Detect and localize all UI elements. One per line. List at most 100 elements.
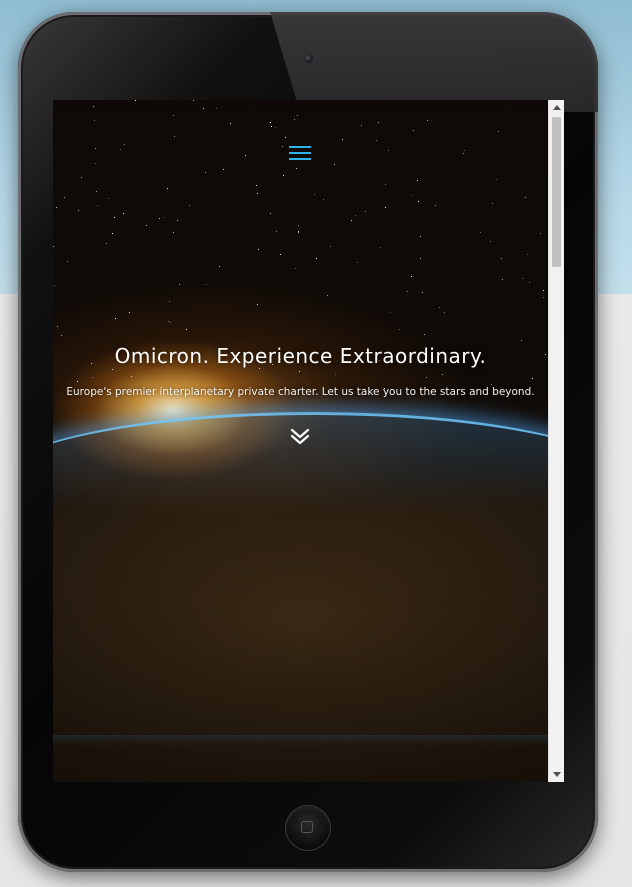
star bbox=[527, 254, 528, 255]
star bbox=[280, 254, 281, 255]
star bbox=[330, 246, 331, 247]
star bbox=[115, 318, 116, 319]
star bbox=[167, 188, 168, 189]
camera-icon bbox=[304, 54, 313, 63]
star bbox=[189, 205, 190, 206]
star bbox=[97, 205, 98, 206]
star bbox=[427, 120, 428, 121]
star bbox=[502, 279, 503, 280]
star bbox=[78, 210, 79, 211]
star bbox=[169, 301, 170, 302]
star bbox=[95, 163, 96, 164]
star bbox=[314, 194, 315, 195]
scroll-up-arrow-icon[interactable] bbox=[553, 105, 561, 110]
star bbox=[323, 199, 324, 200]
star bbox=[532, 378, 533, 379]
star bbox=[380, 247, 381, 248]
star bbox=[67, 261, 68, 262]
home-button-icon bbox=[301, 821, 313, 833]
hamburger-menu-icon[interactable] bbox=[289, 146, 311, 160]
star bbox=[420, 236, 421, 237]
star bbox=[407, 291, 408, 292]
star bbox=[205, 172, 206, 173]
star bbox=[442, 374, 443, 375]
star bbox=[492, 203, 493, 204]
star bbox=[96, 191, 97, 192]
star bbox=[95, 148, 96, 149]
vertical-scrollbar[interactable] bbox=[548, 100, 564, 782]
star bbox=[435, 205, 436, 206]
star bbox=[106, 243, 107, 244]
earth-horizon bbox=[53, 412, 548, 735]
star bbox=[259, 368, 260, 369]
home-button[interactable] bbox=[286, 806, 330, 850]
star bbox=[296, 168, 297, 169]
tablet-screen: Omicron. Experience Extraordinary. Europ… bbox=[53, 100, 564, 782]
star bbox=[256, 185, 257, 186]
star bbox=[112, 233, 113, 234]
star bbox=[422, 292, 423, 293]
star bbox=[529, 282, 530, 283]
star bbox=[285, 137, 286, 138]
star bbox=[342, 139, 343, 140]
star bbox=[54, 285, 55, 286]
star bbox=[521, 340, 522, 341]
star bbox=[299, 371, 300, 372]
star bbox=[131, 376, 132, 377]
star bbox=[203, 108, 204, 109]
star bbox=[61, 335, 62, 336]
star bbox=[335, 374, 336, 375]
star bbox=[94, 120, 95, 121]
star bbox=[223, 169, 224, 170]
star bbox=[522, 278, 523, 279]
star bbox=[77, 381, 78, 382]
star bbox=[257, 193, 258, 194]
star bbox=[298, 232, 299, 233]
star bbox=[498, 131, 499, 132]
star bbox=[186, 329, 187, 330]
star bbox=[411, 276, 412, 277]
star bbox=[230, 123, 231, 124]
star bbox=[173, 115, 174, 116]
bezel-glare bbox=[270, 12, 598, 112]
star bbox=[193, 100, 194, 101]
star bbox=[57, 326, 58, 327]
star bbox=[480, 232, 481, 233]
star bbox=[112, 369, 113, 370]
scroll-down-arrow-icon[interactable] bbox=[553, 772, 561, 777]
star bbox=[56, 207, 57, 208]
star bbox=[173, 232, 174, 233]
star bbox=[258, 249, 259, 250]
star bbox=[316, 258, 317, 259]
hero-section: Omicron. Experience Extraordinary. Europ… bbox=[53, 100, 548, 782]
star bbox=[501, 258, 502, 259]
star bbox=[108, 198, 109, 199]
star bbox=[276, 231, 277, 232]
hero-subtitle: Europe's premier interplanetary private … bbox=[66, 386, 535, 398]
star bbox=[124, 144, 125, 145]
star bbox=[168, 321, 169, 322]
star bbox=[399, 329, 400, 330]
star bbox=[206, 284, 207, 285]
star bbox=[297, 115, 298, 116]
star bbox=[177, 220, 178, 221]
scrollbar-thumb[interactable] bbox=[552, 117, 561, 267]
star bbox=[424, 334, 425, 335]
star bbox=[357, 262, 358, 263]
star bbox=[295, 268, 296, 269]
star bbox=[93, 106, 94, 107]
star bbox=[92, 377, 93, 378]
star bbox=[378, 122, 379, 123]
double-chevron-down-icon[interactable] bbox=[290, 428, 310, 446]
star bbox=[365, 211, 366, 212]
star bbox=[53, 246, 54, 247]
star bbox=[463, 153, 464, 154]
star bbox=[426, 377, 427, 378]
star bbox=[64, 197, 65, 198]
star bbox=[219, 266, 220, 267]
star bbox=[543, 290, 544, 291]
star bbox=[439, 307, 440, 308]
star bbox=[159, 218, 160, 219]
star bbox=[282, 146, 283, 147]
star bbox=[120, 149, 121, 150]
